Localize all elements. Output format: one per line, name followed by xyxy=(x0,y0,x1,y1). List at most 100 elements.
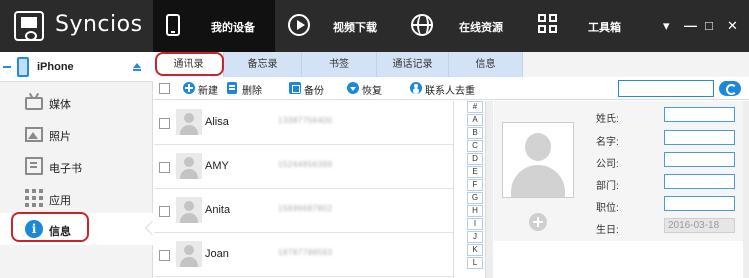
birthday-label: 生日: xyxy=(596,225,619,236)
department-label: 部门: xyxy=(596,181,619,192)
tab-notes[interactable]: 备忘录 xyxy=(224,52,302,77)
nav-tab-label: 在线资源 xyxy=(459,22,503,34)
contact-name: Joan xyxy=(205,248,229,260)
contact-avatar-icon xyxy=(176,153,202,179)
sidebar-item-ebooks[interactable]: 电子书 xyxy=(0,150,153,182)
contact-avatar-icon xyxy=(176,109,202,135)
dedupe-label: 联系人去重 xyxy=(425,86,475,97)
first-name-field[interactable] xyxy=(664,130,735,145)
syncios-logo-icon xyxy=(14,11,44,41)
birthday-field[interactable]: 2016-03-18 xyxy=(664,218,735,233)
alpha-index-item[interactable]: H xyxy=(467,205,483,217)
alpha-index-item[interactable]: # xyxy=(467,101,483,113)
job-title-label: 职位: xyxy=(596,203,619,214)
contact-phone: 15244856399 xyxy=(278,160,333,169)
sidebar-item-photos[interactable]: 照片 xyxy=(0,118,153,150)
detail-scrollbar[interactable] xyxy=(743,101,749,278)
alpha-index-item[interactable]: C xyxy=(467,140,483,152)
nav-tab-online-resources[interactable]: 在线资源 xyxy=(399,0,524,52)
company-field[interactable] xyxy=(664,152,735,167)
photo-icon xyxy=(25,127,43,142)
list-scrollbar[interactable] xyxy=(485,101,493,278)
sidebar-item-info[interactable]: 信息 xyxy=(0,213,160,245)
device-header[interactable]: iPhone xyxy=(0,52,153,82)
device-name: iPhone xyxy=(37,61,74,73)
sidebar-item-label: 照片 xyxy=(49,131,71,143)
sub-tab-bar: 通讯录 备忘录 书签 通话记录 信息 xyxy=(154,52,749,77)
tv-icon xyxy=(25,97,43,110)
contact-list: Alisa 13387756400 AMY 15244856399 Anita … xyxy=(154,101,454,278)
sidebar-item-apps[interactable]: 应用 xyxy=(0,182,153,214)
alpha-index-item[interactable]: D xyxy=(467,153,483,165)
tab-call-history[interactable]: 通话记录 xyxy=(377,52,449,77)
alpha-index-item[interactable]: J xyxy=(467,231,483,243)
trash-icon xyxy=(227,82,237,94)
close-icon[interactable]: ✕ xyxy=(727,18,738,34)
contact-row[interactable]: Joan 18787788593 xyxy=(154,233,454,277)
add-photo-icon[interactable] xyxy=(529,213,547,231)
tab-contacts[interactable]: 通讯录 xyxy=(154,52,224,77)
nav-tab-label: 视频下载 xyxy=(333,22,377,34)
apps-grid-icon xyxy=(25,189,43,207)
tab-bookmarks[interactable]: 书签 xyxy=(302,52,377,77)
alphabet-index: # A B C D E F G H I J K L xyxy=(467,101,483,270)
tab-messages[interactable]: 信息 xyxy=(449,52,523,77)
minimize-icon[interactable]: — xyxy=(684,18,697,33)
new-label: 新建 xyxy=(198,86,218,97)
nav-tab-toolbox[interactable]: 工具箱 xyxy=(524,0,644,52)
iphone-icon xyxy=(17,57,29,77)
contact-row[interactable]: AMY 15244856399 xyxy=(154,145,454,189)
contact-name: Anita xyxy=(205,204,231,216)
top-bar: Syncios 我的设备 视频下载 在线资源 工具箱 ▾ — □ ✕ xyxy=(0,0,749,52)
company-label: 公司: xyxy=(596,159,619,170)
row-checkbox[interactable] xyxy=(159,206,170,217)
restore-label: 恢复 xyxy=(362,86,382,97)
nav-tab-label: 工具箱 xyxy=(588,22,621,34)
nav-tab-my-device[interactable]: 我的设备 xyxy=(153,0,275,52)
alpha-index-item[interactable]: G xyxy=(467,192,483,204)
contact-name: AMY xyxy=(205,160,229,172)
sidebar-item-label: 电子书 xyxy=(49,163,82,175)
sidebar-item-label: 信息 xyxy=(49,226,71,238)
contact-row[interactable]: Alisa 13387756400 xyxy=(154,101,454,145)
nav-tab-video-download[interactable]: 视频下载 xyxy=(275,0,399,52)
plus-icon xyxy=(183,82,195,94)
contact-phone: 13387756400 xyxy=(278,116,333,125)
department-field[interactable] xyxy=(664,174,735,189)
refresh-search-icon[interactable] xyxy=(719,81,741,96)
backup-icon xyxy=(289,82,301,94)
toolbox-grid-icon xyxy=(538,14,558,34)
restore-icon xyxy=(347,82,359,94)
first-name-label: 名字: xyxy=(596,137,619,148)
phone-icon xyxy=(166,14,180,36)
sidebar-item-media[interactable]: 媒体 xyxy=(0,86,153,118)
contact-avatar-icon xyxy=(176,241,202,267)
contact-avatar-icon xyxy=(176,197,202,223)
alpha-index-item[interactable]: F xyxy=(467,179,483,191)
delete-label: 删除 xyxy=(242,86,262,97)
alpha-index-item[interactable]: E xyxy=(467,166,483,178)
nav-tab-label: 我的设备 xyxy=(211,22,255,34)
row-checkbox[interactable] xyxy=(159,118,170,129)
search-input[interactable] xyxy=(618,80,714,97)
alpha-index-item[interactable]: L xyxy=(467,257,483,269)
eject-icon[interactable] xyxy=(133,63,141,71)
alpha-index-item[interactable]: K xyxy=(467,244,483,256)
select-all-checkbox[interactable] xyxy=(159,83,170,94)
backup-label: 备份 xyxy=(304,86,324,97)
last-name-field[interactable] xyxy=(664,107,735,122)
row-checkbox[interactable] xyxy=(159,250,170,261)
maximize-icon[interactable]: □ xyxy=(705,18,713,33)
collapse-dash-icon xyxy=(3,66,11,68)
contact-row[interactable]: Anita 15696687802 xyxy=(154,189,454,233)
alpha-index-item[interactable]: A xyxy=(467,114,483,126)
sidebar-item-label: 媒体 xyxy=(49,99,71,111)
sidebar-item-label: 应用 xyxy=(49,195,71,207)
alpha-index-item[interactable]: I xyxy=(467,218,483,230)
menu-dropdown-icon[interactable]: ▾ xyxy=(663,18,670,34)
row-checkbox[interactable] xyxy=(159,162,170,173)
contacts-icon xyxy=(410,82,422,94)
job-title-field[interactable] xyxy=(664,196,735,211)
alpha-index-item[interactable]: B xyxy=(467,127,483,139)
contact-phone: 15696687802 xyxy=(278,204,333,213)
